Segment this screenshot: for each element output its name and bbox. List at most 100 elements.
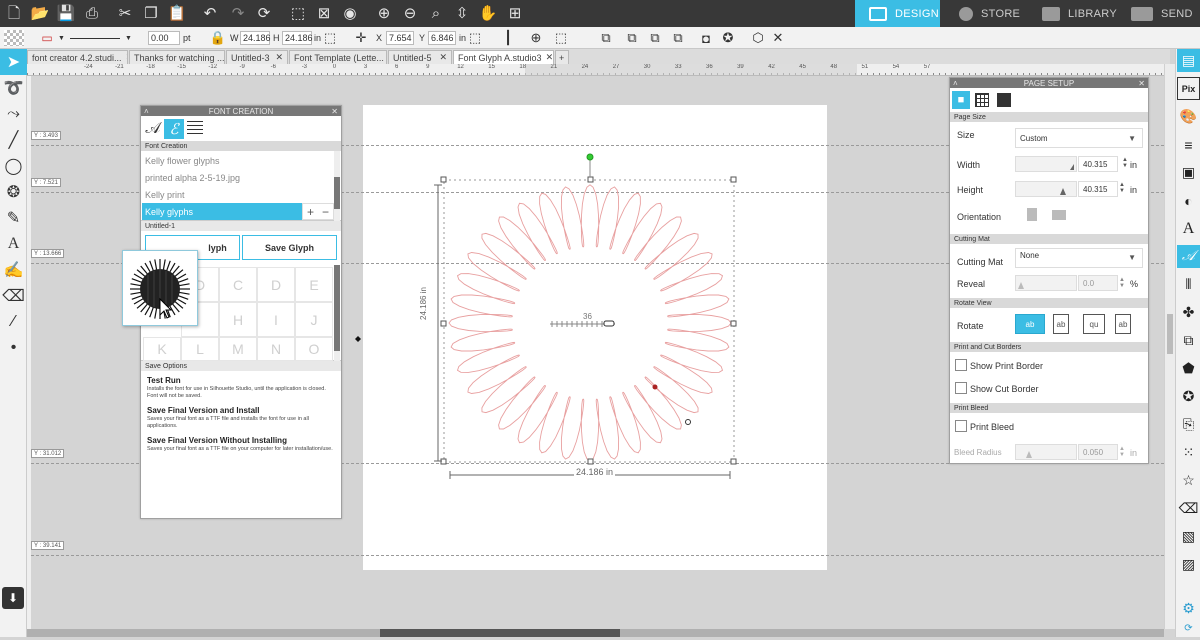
font-creation-icon[interactable]: 𝒜 (1177, 245, 1200, 268)
doc-tab[interactable]: Font Template (Lette...✕ (289, 50, 387, 64)
rotate-0-button[interactable]: ab (1015, 314, 1045, 334)
replicate-icon[interactable]: ⧉ (1177, 329, 1200, 352)
width-field[interactable]: 24.186 (240, 31, 270, 45)
list-tab-icon[interactable] (187, 121, 203, 137)
weld-icon[interactable]: ◘ (698, 30, 714, 46)
fill-pattern-icon[interactable]: ▣ (1177, 161, 1200, 184)
slider-thumb-icon[interactable] (1018, 282, 1024, 289)
reveal-value-field[interactable]: 0.0 (1078, 275, 1118, 291)
rotate-90-button[interactable]: ab (1053, 314, 1069, 334)
tab-design[interactable]: DESIGN (855, 0, 940, 27)
select-by-color-icon[interactable]: ◉ (338, 0, 362, 27)
close-tab-icon[interactable]: ✕ (435, 52, 447, 63)
align-more-icon[interactable]: ⊕ (528, 30, 544, 46)
save-install-option[interactable]: Save Final Version and Install Saves you… (147, 406, 335, 430)
copy-icon[interactable]: ❐ (139, 0, 163, 27)
align-icon[interactable]: ⫴ (1177, 273, 1200, 296)
bleed-radius-slider[interactable] (1015, 444, 1077, 460)
zoom-in-icon[interactable]: ⊕ (372, 0, 396, 27)
eraser-edit-icon[interactable]: ✍ (0, 257, 27, 283)
star-shape-icon[interactable]: ✪ (720, 30, 736, 46)
glyph-cell[interactable]: H (219, 302, 257, 337)
reveal-slider[interactable] (1015, 275, 1077, 291)
text-style-icon[interactable]: A (1177, 217, 1200, 240)
import-download-icon[interactable]: ⬇ (2, 587, 24, 609)
font-list-item-selected[interactable]: Kelly glyphs (142, 203, 302, 220)
paste-icon[interactable]: 📋 (165, 0, 189, 27)
group-icon[interactable]: ⧉ (598, 30, 614, 46)
contrast-icon[interactable]: ◐ (1177, 189, 1200, 212)
glyph-cell[interactable]: K (143, 337, 181, 361)
cut-icon[interactable]: ✂ (113, 0, 137, 27)
slider-thumb-icon[interactable] (1070, 164, 1074, 170)
width-value-field[interactable]: 40.315 (1078, 156, 1118, 172)
undo-icon[interactable]: ↶ (198, 0, 222, 27)
show-print-border-checkbox[interactable] (955, 359, 967, 371)
doc-tab[interactable]: Thanks for watching ...✕ (129, 50, 225, 64)
glyph-cell[interactable]: D (257, 267, 295, 302)
ellipse-tool-icon[interactable]: ◯ (0, 153, 27, 179)
point-edit-icon[interactable]: ➰ (0, 75, 27, 101)
add-tab-button[interactable]: + (555, 50, 569, 64)
curve-edit-icon[interactable]: ⤳ (0, 101, 27, 127)
height-slider[interactable] (1015, 181, 1077, 197)
pan-hand-icon[interactable]: ✋ (476, 0, 500, 27)
slider-thumb-icon[interactable] (1026, 451, 1032, 458)
collapse-chevron-icon[interactable]: ˄ (953, 79, 958, 88)
height-field[interactable]: 24.186 (282, 31, 312, 45)
tab-store[interactable]: STORE (945, 0, 1030, 27)
font-list-item[interactable]: Kelly flower glyphs (142, 152, 335, 169)
page-tab-icon[interactable]: ■ (952, 91, 970, 109)
position-apply-icon[interactable]: ⬚ (467, 30, 483, 46)
font-list-item[interactable]: printed alpha 2-5-19.jpg (142, 169, 335, 186)
line-style-dropdown-icon[interactable]: ▼ (125, 27, 132, 49)
modify-icon[interactable]: ⬟ (1177, 357, 1200, 380)
show-cut-border-checkbox[interactable] (955, 382, 967, 394)
close-tab-icon[interactable]: ✕ (271, 52, 283, 63)
select-all-icon[interactable]: ⬚ (286, 0, 310, 27)
fill-swatch-icon[interactable] (4, 30, 24, 46)
y-field[interactable]: 6.846 (428, 31, 456, 45)
release-compound-icon[interactable]: ⧉ (670, 30, 686, 46)
zoom-out-icon[interactable]: ⊖ (398, 0, 422, 27)
doc-tab[interactable]: font creator 4.2.studi...✕ (27, 50, 128, 64)
vertical-scrollbar[interactable] (1164, 64, 1175, 629)
glyph-tab-icon[interactable]: 𝒜 (143, 119, 163, 139)
font-list-scrollbar[interactable] (334, 151, 340, 221)
print-icon[interactable]: ⎙ (80, 0, 104, 27)
deselect-icon[interactable]: ⊠ (312, 0, 336, 27)
align-dropdown-icon[interactable]: ⬚ (553, 30, 569, 46)
size-select[interactable]: Custom▼ (1015, 128, 1143, 148)
font-tab-icon[interactable]: ℰ (164, 119, 184, 139)
font-list-item[interactable]: Kelly print (142, 186, 335, 203)
position-crosshair-icon[interactable]: ✛ (353, 30, 369, 46)
close-tab-icon[interactable]: ✕ (542, 52, 554, 63)
close-tab-icon[interactable]: ✕ (122, 52, 128, 63)
rotate-180-button[interactable]: qu (1083, 314, 1105, 334)
cutting-mat-select[interactable]: None▼ (1015, 248, 1143, 268)
horizontal-scrollbar[interactable] (27, 629, 1164, 637)
background-tab-icon[interactable] (997, 93, 1011, 107)
eyedropper-icon[interactable]: • (0, 335, 27, 361)
transform-3d-icon[interactable]: ⬡ (750, 30, 766, 46)
line-tool-icon[interactable]: ╱ (0, 127, 27, 153)
tab-send[interactable]: SEND (1125, 0, 1200, 27)
glyph-cell[interactable]: O (295, 337, 333, 361)
glyph-cell[interactable]: J (295, 302, 333, 337)
portrait-icon[interactable] (1027, 208, 1037, 221)
transform-icon[interactable]: ✤ (1177, 301, 1200, 324)
glyph-cell[interactable]: C (219, 267, 257, 302)
redo-icon[interactable]: ↷ (226, 0, 250, 27)
guide-line[interactable] (31, 555, 1164, 556)
slider-thumb-icon[interactable] (1060, 188, 1066, 195)
bleed-radius-field[interactable]: 0.050 (1078, 444, 1118, 460)
line-style-icon[interactable]: ≡ (1177, 133, 1200, 156)
knife-tool-icon[interactable]: ∕ (0, 309, 27, 335)
offset-star-icon[interactable]: ✪ (1177, 385, 1200, 408)
palette-icon[interactable]: 🎨 (1177, 105, 1200, 128)
line-width-field[interactable]: 0.00 (148, 31, 180, 45)
line-color-icon[interactable]: ▭ (38, 30, 56, 46)
lock-aspect-icon[interactable]: 🔒 (210, 30, 226, 46)
polygon-tool-icon[interactable]: ❂ (0, 179, 27, 205)
width-slider[interactable] (1015, 156, 1077, 172)
